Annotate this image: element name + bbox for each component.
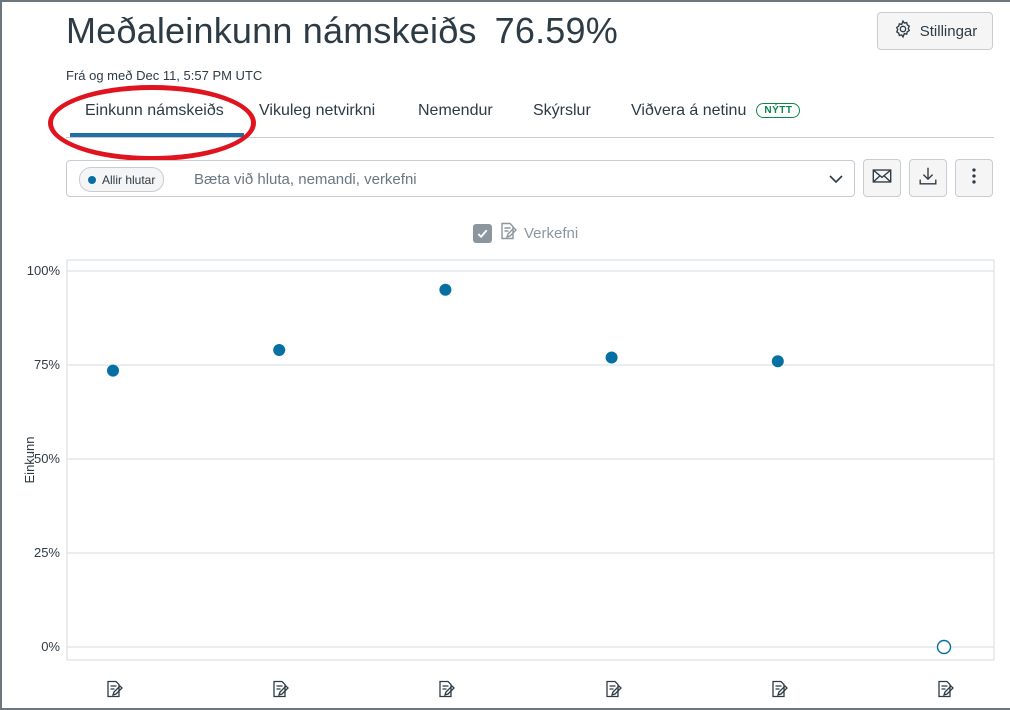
y-tick-label: 100% — [26, 263, 60, 278]
more-vertical-icon — [963, 165, 985, 192]
chip-label: Allir hlutar — [102, 172, 156, 187]
assignment-icon[interactable] — [436, 679, 456, 699]
y-tick-label: 75% — [33, 357, 60, 372]
tab-weekly-activity[interactable]: Vikuleg netvirkni — [259, 102, 375, 120]
tab-label: Vikuleg netvirkni — [259, 102, 376, 119]
data-point[interactable] — [439, 283, 452, 296]
tab-label: Skýrslur — [533, 102, 591, 119]
more-options-button[interactable] — [955, 159, 993, 197]
as-of-timestamp: Frá og með Dec 11, 5:57 PM UTC — [66, 68, 263, 83]
tab-students[interactable]: Nemendur — [418, 102, 493, 120]
window-left-border — [0, 0, 2, 710]
assignment-icon[interactable] — [270, 679, 290, 699]
assignment-icon[interactable] — [769, 679, 789, 699]
y-tick-label: 0% — [41, 639, 60, 654]
assignment-icon — [498, 221, 518, 245]
window-top-border — [0, 0, 1010, 2]
assignment-icon[interactable] — [935, 679, 955, 699]
chip-dot — [88, 175, 96, 184]
data-point[interactable] — [771, 355, 784, 368]
filter-placeholder[interactable]: Bæta við hluta, nemandi, verkefni — [194, 171, 417, 188]
settings-label: Stillingar — [919, 22, 978, 40]
tab-bar: Einkunn námskeiðs Vikuleg netvirkni Neme… — [66, 90, 994, 138]
y-tick-label: 50% — [33, 451, 60, 466]
download-button[interactable] — [909, 159, 947, 197]
gear-icon — [893, 19, 913, 43]
message-button[interactable] — [863, 159, 901, 197]
filter-chip-all-sections[interactable]: Allir hlutar — [79, 167, 165, 192]
envelope-icon — [871, 165, 893, 192]
data-point[interactable] — [936, 639, 952, 655]
data-point[interactable] — [107, 364, 119, 377]
data-point[interactable] — [273, 343, 286, 356]
legend-toggle-assignments[interactable]: Verkefni — [473, 222, 578, 244]
page-title: Meðaleinkunn námskeiðs 76.59% — [66, 10, 618, 52]
chevron-down-icon[interactable] — [828, 171, 844, 187]
tab-online-presence[interactable]: Viðvera á netinu NÝTT — [631, 102, 801, 120]
legend-label: Verkefni — [524, 224, 579, 242]
y-tick-label: 25% — [33, 545, 60, 560]
filter-combobox[interactable]: Allir hlutar Bæta við hluta, nemandi, ve… — [66, 160, 855, 197]
tab-label: Einkunn námskeiðs — [85, 102, 224, 119]
assignment-icon[interactable] — [603, 679, 623, 699]
tab-label: Viðvera á netinu — [631, 102, 747, 119]
new-badge: NÝTT — [756, 103, 801, 118]
plot-frame — [66, 259, 995, 661]
settings-button[interactable]: Stillingar — [877, 12, 993, 50]
course-average: 76.59% — [494, 10, 618, 51]
download-icon — [917, 165, 939, 192]
assignment-icon[interactable] — [104, 679, 124, 699]
tab-label: Nemendur — [418, 102, 493, 119]
tab-course-grade[interactable]: Einkunn námskeiðs — [70, 102, 244, 137]
tab-reports[interactable]: Skýrslur — [533, 102, 591, 120]
page-title-text: Meðaleinkunn námskeiðs — [66, 10, 477, 51]
checkbox-checked-icon[interactable] — [473, 223, 492, 243]
data-point[interactable] — [605, 351, 618, 364]
